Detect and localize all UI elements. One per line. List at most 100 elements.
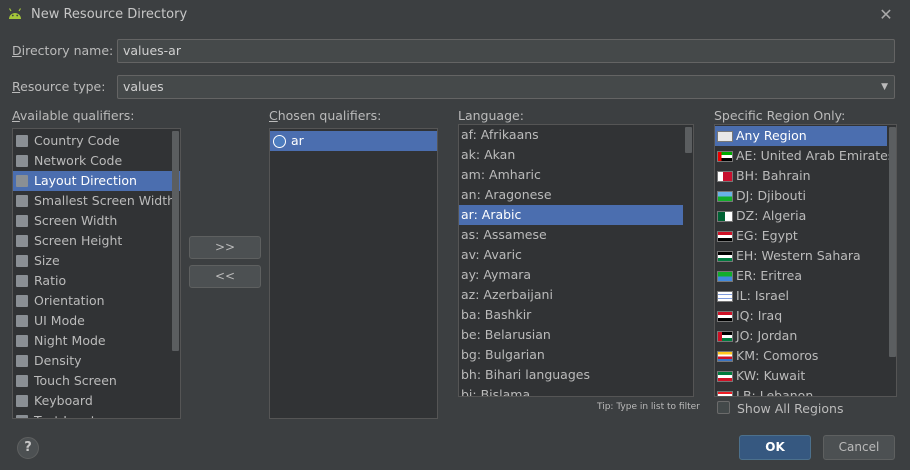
- cancel-button[interactable]: Cancel: [823, 435, 895, 460]
- remove-qualifier-button[interactable]: <<: [189, 265, 261, 288]
- region-item[interactable]: BH: Bahrain: [715, 166, 887, 186]
- language-item[interactable]: am: Amharic: [459, 165, 683, 185]
- network-icon: [16, 155, 28, 167]
- region-item[interactable]: DZ: Algeria: [715, 206, 887, 226]
- language-item[interactable]: ar: Arabic: [459, 205, 683, 225]
- language-scrollbar[interactable]: [685, 127, 692, 153]
- language-item[interactable]: ak: Akan: [459, 145, 683, 165]
- region-item-label: KW: Kuwait: [736, 368, 806, 383]
- show-all-regions-checkbox[interactable]: [717, 401, 730, 414]
- available-item[interactable]: Screen Height: [13, 231, 180, 251]
- region-item[interactable]: JO: Jordan: [715, 326, 887, 346]
- layout-direction-icon: [16, 175, 28, 187]
- ok-button[interactable]: OK: [739, 435, 811, 460]
- language-item[interactable]: az: Azerbaijani: [459, 285, 683, 305]
- region-item[interactable]: Any Region: [715, 126, 887, 146]
- close-icon[interactable]: ✕: [876, 5, 896, 25]
- available-item[interactable]: Size: [13, 251, 180, 271]
- screen-width-icon: [16, 195, 28, 207]
- available-item[interactable]: Layout Direction: [13, 171, 180, 191]
- directory-name-label: Directory name:: [12, 43, 114, 58]
- flag-none-icon: [717, 131, 733, 142]
- language-item[interactable]: bg: Bulgarian: [459, 345, 683, 365]
- flag-il-icon: [717, 291, 733, 302]
- language-item[interactable]: af: Afrikaans: [459, 125, 683, 145]
- flag-er-icon: [717, 271, 733, 282]
- available-item[interactable]: Screen Width: [13, 211, 180, 231]
- region-item-label: JO: Jordan: [736, 328, 798, 343]
- region-item[interactable]: EH: Western Sahara: [715, 246, 887, 266]
- help-button[interactable]: ?: [17, 437, 39, 459]
- language-item[interactable]: ba: Bashkir: [459, 305, 683, 325]
- text-input-icon: [16, 415, 28, 418]
- region-item[interactable]: KM: Comoros: [715, 346, 887, 366]
- region-item-label: IL: Israel: [736, 288, 789, 303]
- region-item[interactable]: IL: Israel: [715, 286, 887, 306]
- available-item-label: Ratio: [34, 273, 67, 288]
- language-item[interactable]: bi: Bislama: [459, 385, 683, 396]
- available-item[interactable]: Orientation: [13, 291, 180, 311]
- flag-dz-icon: [717, 211, 733, 222]
- region-list[interactable]: Any Region AE: United Arab Emirates BH: Ba…: [714, 124, 897, 397]
- add-qualifier-button[interactable]: >>: [189, 236, 261, 259]
- flag-lb-icon: [717, 391, 733, 396]
- available-item-label: Size: [34, 253, 60, 268]
- density-icon: [16, 355, 28, 367]
- language-list[interactable]: af: Afrikaans ak: Akan am: Amharic an: Arag…: [458, 124, 694, 397]
- region-item-label: DJ: Djibouti: [736, 188, 806, 203]
- available-qualifiers-list[interactable]: Country Code Network Code Layout Direction…: [12, 128, 181, 419]
- language-item[interactable]: an: Aragonese: [459, 185, 683, 205]
- ratio-icon: [16, 275, 28, 287]
- screen-width-icon: [16, 215, 28, 227]
- region-item[interactable]: AE: United Arab Emirates: [715, 146, 894, 166]
- region-item-label: EH: Western Sahara: [736, 248, 861, 263]
- flag-iq-icon: [717, 311, 733, 322]
- resource-type-select[interactable]: values ▼: [117, 75, 895, 99]
- available-item[interactable]: Text Input: [13, 411, 180, 418]
- available-item-label: Smallest Screen Width: [34, 193, 176, 208]
- available-item[interactable]: UI Mode: [13, 311, 180, 331]
- region-item[interactable]: EG: Egypt: [715, 226, 887, 246]
- screen-height-icon: [16, 235, 28, 247]
- available-item-label: Screen Height: [34, 233, 123, 248]
- region-item[interactable]: KW: Kuwait: [715, 366, 887, 386]
- region-item-label: ER: Eritrea: [736, 268, 803, 283]
- directory-name-input[interactable]: values-ar: [117, 39, 895, 63]
- flag-bh-icon: [717, 171, 733, 182]
- available-item[interactable]: Density: [13, 351, 180, 371]
- chosen-item-label: ar: [291, 133, 304, 148]
- language-item[interactable]: ay: Aymara: [459, 265, 683, 285]
- region-item-label: DZ: Algeria: [736, 208, 807, 223]
- available-item-label: Network Code: [34, 153, 123, 168]
- region-item[interactable]: IQ: Iraq: [715, 306, 887, 326]
- chevron-down-icon: ▼: [881, 82, 888, 92]
- chosen-item[interactable]: ar: [270, 131, 437, 151]
- available-scrollbar[interactable]: [172, 131, 179, 351]
- region-item-label: BH: Bahrain: [736, 168, 811, 183]
- dialog-title: New Resource Directory: [31, 7, 188, 22]
- region-item[interactable]: DJ: Djibouti: [715, 186, 887, 206]
- language-item[interactable]: as: Assamese: [459, 225, 683, 245]
- region-item[interactable]: LB: Lebanon: [715, 386, 887, 396]
- available-item[interactable]: Smallest Screen Width: [13, 191, 180, 211]
- available-item-label: Layout Direction: [34, 173, 137, 188]
- available-item[interactable]: Network Code: [13, 151, 180, 171]
- available-item[interactable]: Country Code: [13, 131, 180, 151]
- region-item-label: IQ: Iraq: [736, 308, 783, 323]
- language-item[interactable]: av: Avaric: [459, 245, 683, 265]
- available-item[interactable]: Night Mode: [13, 331, 180, 351]
- available-item[interactable]: Ratio: [13, 271, 180, 291]
- size-icon: [16, 255, 28, 267]
- flag-icon: [16, 135, 28, 147]
- available-qualifiers-label: Available qualifiers:: [12, 108, 135, 123]
- region-item-label: AE: United Arab Emirates: [736, 148, 895, 163]
- chosen-qualifiers-list[interactable]: ar: [269, 128, 438, 419]
- available-item-label: UI Mode: [34, 313, 85, 328]
- language-item[interactable]: bh: Bihari languages: [459, 365, 683, 385]
- region-scrollbar[interactable]: [889, 127, 896, 357]
- flag-dj-icon: [717, 191, 733, 202]
- region-item[interactable]: ER: Eritrea: [715, 266, 887, 286]
- available-item[interactable]: Touch Screen: [13, 371, 180, 391]
- language-item[interactable]: be: Belarusian: [459, 325, 683, 345]
- available-item[interactable]: Keyboard: [13, 391, 180, 411]
